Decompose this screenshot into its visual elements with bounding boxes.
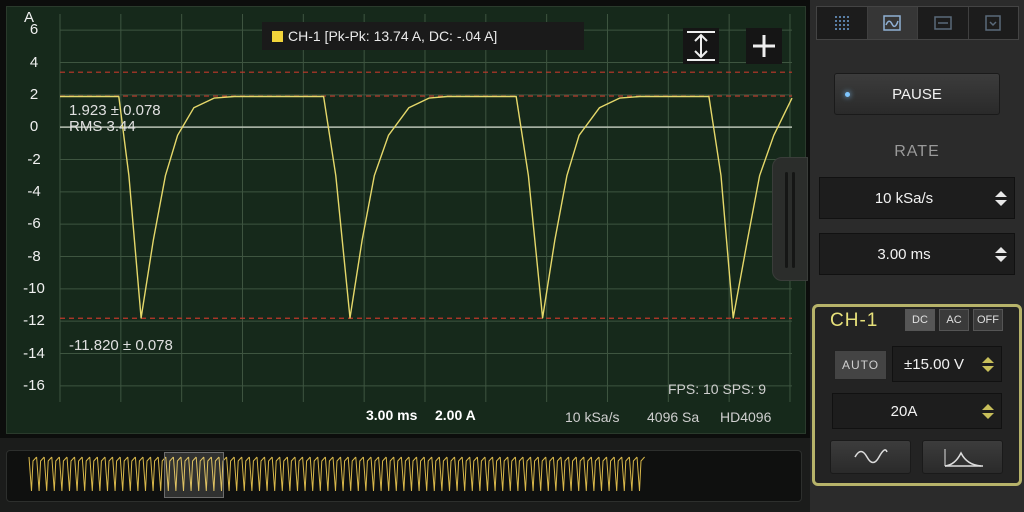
add-icon[interactable] [746, 28, 782, 64]
autoscale-vertical-icon[interactable] [683, 28, 719, 64]
y-tick-label: -8 [27, 247, 41, 265]
upper-cursor-label: 1.923 ± 0.078 [69, 102, 161, 119]
scope-view-icon[interactable] [867, 7, 918, 39]
spectrum-view-icon[interactable] [918, 7, 969, 39]
y-tick-label: -10 [23, 279, 45, 297]
channel-legend: CH-1 [Pk-Pk: 13.74 A, DC: -.04 A] [262, 22, 584, 50]
y-tick-label: 4 [29, 53, 39, 71]
y-tick-label: -6 [27, 215, 41, 233]
scope-display[interactable] [6, 6, 806, 434]
fps-sps-readout: FPS: 10 SPS: 9 [668, 381, 767, 397]
histogram-view-button[interactable] [922, 440, 1003, 474]
sample-rate-arrows-icon[interactable] [988, 190, 1014, 206]
sample-rate-stepper[interactable]: 10 kSa/s [819, 177, 1015, 219]
y-tick-label: -14 [23, 344, 45, 362]
probe-arrows-icon[interactable] [975, 403, 1001, 419]
coupling-off-button[interactable]: OFF [973, 309, 1003, 331]
sample-rate-value: 10 kSa/s [874, 189, 934, 207]
pause-button[interactable]: PAUSE [834, 73, 1000, 115]
y-tick-label: 6 [29, 21, 39, 39]
histogram-icon [944, 449, 983, 467]
sine-wave-icon [853, 449, 888, 464]
sample-count-readout: 4096 Sa [647, 409, 700, 425]
rms-label: RMS 3.44 [69, 118, 136, 135]
y-tick-label: -2 [27, 150, 41, 168]
y-tick-label: -12 [23, 312, 45, 330]
sample-rate-readout: 10 kSa/s [565, 409, 620, 425]
y-tick-label: -4 [27, 182, 41, 200]
pause-button-label: PAUSE [892, 85, 942, 103]
ch1-trace [60, 95, 793, 319]
running-indicator-icon [845, 92, 850, 97]
range-arrows-icon[interactable] [975, 356, 1001, 372]
view-tabs [816, 6, 1019, 40]
overview-trace [28, 456, 645, 492]
waveform-view-button[interactable] [830, 440, 911, 474]
channel-color-swatch [272, 30, 283, 42]
overview-selection-window[interactable] [164, 452, 224, 498]
range-value: ±15.00 V [904, 355, 964, 373]
coupling-ac-button[interactable]: AC [939, 309, 969, 331]
timebase-arrows-icon[interactable] [988, 246, 1014, 262]
download-icon[interactable] [969, 7, 1019, 39]
amps-per-div: 2.00 A [435, 407, 476, 423]
lower-cursor-label: -11.820 ± 0.078 [69, 337, 173, 354]
time-per-div: 3.00 ms [366, 407, 418, 423]
probe-stepper[interactable]: 20A [832, 393, 1002, 429]
grid-icon[interactable] [817, 7, 868, 39]
auto-range-button[interactable]: AUTO [834, 350, 887, 380]
timebase-stepper[interactable]: 3.00 ms [819, 233, 1015, 275]
y-tick-label: -16 [23, 376, 45, 394]
coupling-dc-button[interactable]: DC [905, 309, 935, 331]
y-tick-label: 0 [29, 118, 39, 136]
mode-readout: HD4096 [720, 409, 772, 425]
range-stepper[interactable]: ±15.00 V [892, 346, 1002, 382]
rate-heading: RATE [894, 143, 940, 160]
overview-strip[interactable] [0, 438, 810, 512]
probe-value: 20A [890, 402, 918, 420]
y-tick-label: 2 [29, 85, 39, 103]
waveform-plot[interactable] [7, 7, 807, 435]
panel-drag-handle[interactable] [772, 157, 808, 281]
channel-legend-text: CH-1 [Pk-Pk: 13.74 A, DC: -.04 A] [288, 28, 498, 44]
channel-title: CH-1 [830, 310, 879, 331]
timebase-value: 3.00 ms [877, 245, 931, 263]
overview-waveform[interactable] [6, 450, 802, 502]
